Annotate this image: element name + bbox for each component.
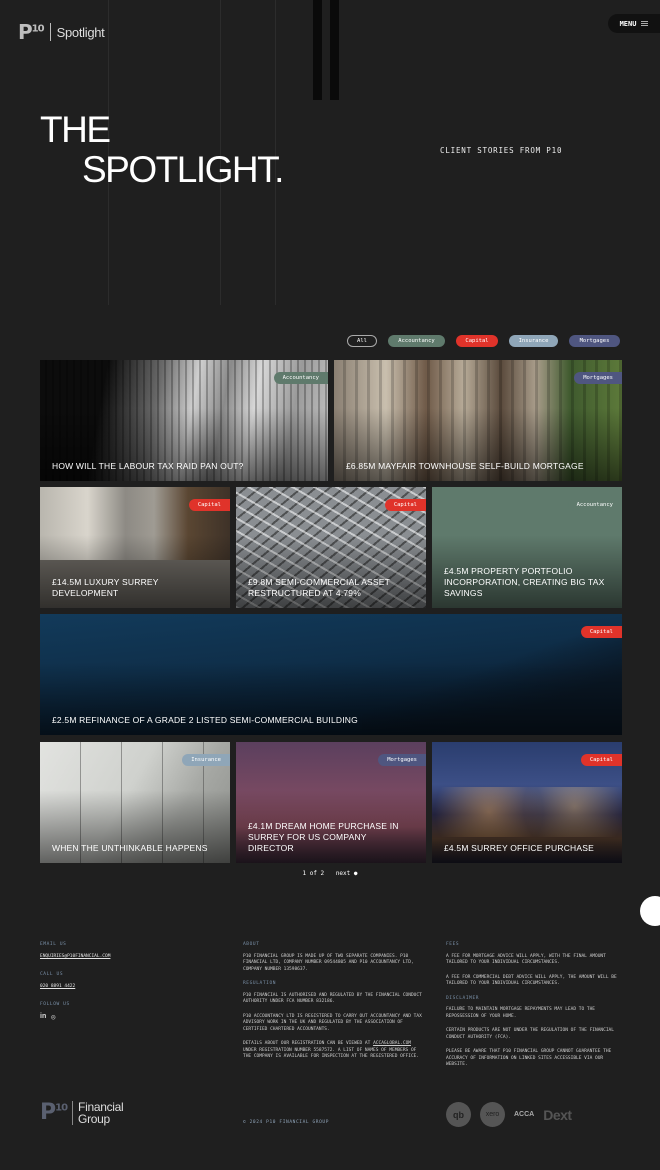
- disclaimer-text: FAILURE TO MAINTAIN MORTGAGE REPAYMENTS …: [446, 1007, 596, 1019]
- menu-label: MENU: [619, 19, 637, 28]
- p10-logo-icon: P10: [40, 1100, 68, 1125]
- pagination: 1 of 2 next ●: [0, 870, 660, 877]
- page-subtitle: CLIENT STORIES FROM P10: [440, 146, 563, 155]
- story-card[interactable]: Accountancy £4.5M PROPERTY PORTFOLIO INC…: [432, 487, 622, 608]
- card-title: £9.8M SEMI-COMMERCIAL ASSET RESTRUCTURED…: [248, 577, 390, 598]
- card-title: £4.5M PROPERTY PORTFOLIO INCORPORATION, …: [444, 566, 605, 598]
- title-line-1: THE: [40, 109, 111, 150]
- partner-logos: qb xero ACCA Dext: [446, 1102, 572, 1127]
- dext-logo: Dext: [543, 1106, 572, 1123]
- story-card[interactable]: Accountancy HOW WILL THE LABOUR TAX RAID…: [40, 360, 328, 481]
- next-page-link[interactable]: next ●: [336, 870, 358, 877]
- accaglobal-link[interactable]: ACCAGLOBAL.COM: [373, 1041, 411, 1046]
- card-title: £4.1M DREAM HOME PURCHASE IN SURREY FOR …: [248, 821, 399, 853]
- story-card[interactable]: Capital £9.8M SEMI-COMMERCIAL ASSET REST…: [236, 487, 426, 608]
- hamburger-icon: [641, 21, 649, 26]
- card-title: £6.85M MAYFAIR TOWNHOUSE SELF-BUILD MORT…: [346, 461, 584, 471]
- category-tag: Capital: [580, 754, 622, 766]
- story-card[interactable]: Capital £4.5M SURREY OFFICE PURCHASE: [432, 742, 622, 863]
- regulation-text: P10 ACCOUNTANCY LTD IS REGISTERED TO CAR…: [243, 1013, 422, 1032]
- card-title: WHEN THE UNTHINKABLE HAPPENS: [52, 843, 208, 853]
- phone-link[interactable]: 020 8891 4422: [40, 984, 210, 991]
- filter-all[interactable]: All: [347, 335, 377, 347]
- about-text: P10 FINANCIAL GROUP IS MADE UP OF TWO SE…: [243, 953, 414, 972]
- decor-bar: [330, 0, 339, 100]
- card-title: £14.5M LUXURY SURREY DEVELOPMENT: [52, 577, 159, 598]
- disclaimer-text: CERTAIN PRODUCTS ARE NOT UNDER THE REGUL…: [446, 1028, 614, 1040]
- fees-label: FEES: [446, 942, 460, 947]
- about-label: ABOUT: [243, 942, 260, 947]
- card-title: HOW WILL THE LABOUR TAX RAID PAN OUT?: [52, 461, 244, 471]
- footer-contact: EMAIL US ENQUIRIES@P10FINANCIAL.COM CALL…: [40, 942, 210, 1020]
- page-indicator: 1 of 2: [302, 870, 325, 877]
- category-tag: Capital: [580, 626, 622, 638]
- logo-divider: [72, 1100, 74, 1125]
- footer-about: ABOUT P10 FINANCIAL GROUP IS MADE UP OF …: [243, 942, 423, 1069]
- email-label: EMAIL US: [40, 942, 67, 947]
- email-link[interactable]: ENQUIRIES@P10FINANCIAL.COM: [40, 954, 210, 961]
- category-filters: All Accountancy Capital Insurance Mortga…: [347, 335, 620, 347]
- filter-mortgages[interactable]: Mortgages: [569, 335, 620, 347]
- copyright: © 2024 P10 FINANCIAL GROUP: [243, 1120, 330, 1125]
- instagram-icon[interactable]: ◎: [51, 1013, 55, 1021]
- footer-logo[interactable]: P10 Financial Group: [40, 1099, 124, 1126]
- decor-bar: [313, 0, 322, 100]
- category-tag: Mortgages: [574, 372, 622, 384]
- logo-text: Spotlight: [56, 24, 105, 40]
- regulation-text: P10 FINANCIAL IS AUTHORISED AND REGULATE…: [243, 992, 422, 1005]
- story-card[interactable]: Capital £14.5M LUXURY SURREY DEVELOPMENT: [40, 487, 230, 608]
- filter-capital[interactable]: Capital: [456, 335, 498, 347]
- footer-fees: FEES A FEE FOR MORTGAGE ADVICE WILL APPL…: [446, 942, 624, 1077]
- quickbooks-logo-icon: qb: [446, 1102, 471, 1127]
- regulation-label: REGULATION: [243, 981, 277, 986]
- menu-button[interactable]: MENU: [608, 14, 660, 33]
- category-tag: Mortgages: [378, 754, 426, 766]
- regulation-text: DETAILS ABOUT OUR REGISTRATION CAN BE VI…: [243, 1041, 420, 1059]
- social-links: in ◎: [40, 1013, 210, 1021]
- category-tag: Capital: [384, 499, 426, 511]
- title-line-2: SPOTLIGHT.: [82, 149, 284, 190]
- card-title: £2.5M REFINANCE OF A GRADE 2 LISTED SEMI…: [52, 715, 358, 725]
- story-card[interactable]: Capital £2.5M REFINANCE OF A GRADE 2 LIS…: [40, 614, 622, 735]
- category-tag: Accountancy: [567, 499, 622, 511]
- fees-text: A FEE FOR MORTGAGE ADVICE WILL APPLY, WI…: [446, 953, 606, 966]
- filter-accountancy[interactable]: Accountancy: [388, 335, 445, 347]
- story-card[interactable]: Insurance WHEN THE UNTHINKABLE HAPPENS: [40, 742, 230, 863]
- disclaimer-text: PLEASE BE AWARE THAT P10 FINANCIAL GROUP…: [446, 1049, 612, 1067]
- call-label: CALL US: [40, 972, 64, 977]
- story-card[interactable]: Mortgages £4.1M DREAM HOME PURCHASE IN S…: [236, 742, 426, 863]
- fees-text: A FEE FOR COMMERCIAL DEBT ADVICE WILL AP…: [446, 974, 617, 987]
- category-tag: Accountancy: [273, 372, 328, 384]
- xero-logo-icon: xero: [480, 1102, 505, 1127]
- site-logo[interactable]: P10 Spotlight: [18, 20, 105, 44]
- logo-divider: [49, 23, 51, 41]
- category-tag: Insurance: [182, 754, 230, 766]
- decor-circle: [640, 896, 660, 926]
- disclaimer-label: DISCLAIMER: [446, 995, 480, 1001]
- story-card[interactable]: Mortgages £6.85M MAYFAIR TOWNHOUSE SELF-…: [334, 360, 622, 481]
- card-title: £4.5M SURREY OFFICE PURCHASE: [444, 843, 594, 853]
- filter-insurance[interactable]: Insurance: [509, 335, 558, 347]
- p10-logo-icon: P10: [18, 20, 45, 44]
- acca-logo: ACCA: [514, 1111, 535, 1118]
- footer-logo-text: Financial Group: [78, 1099, 124, 1126]
- linkedin-icon[interactable]: in: [40, 1013, 46, 1021]
- category-tag: Capital: [188, 499, 230, 511]
- page-title: THE SPOTLIGHT.: [40, 109, 284, 190]
- follow-label: FOLLOW US: [40, 1002, 70, 1007]
